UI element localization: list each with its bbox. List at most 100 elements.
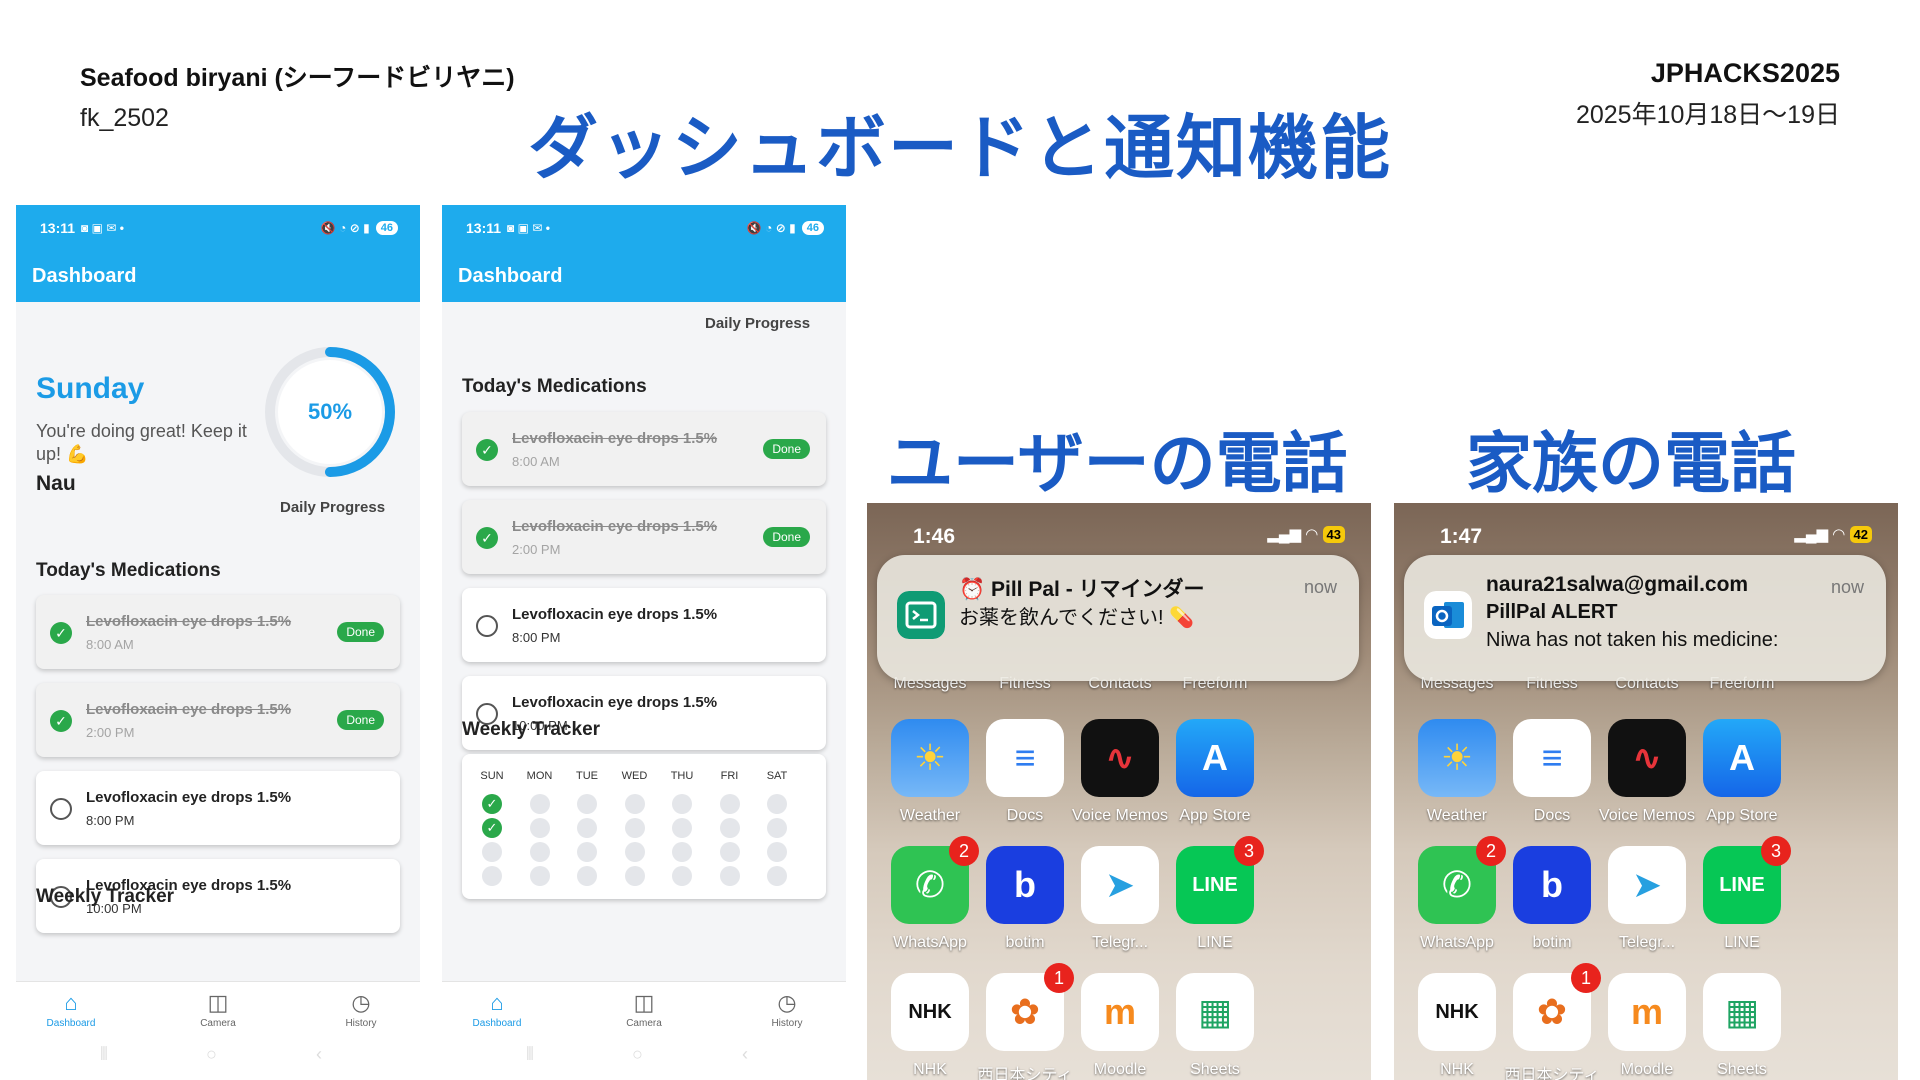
medication-time: 2:00 PM — [512, 542, 561, 557]
medication-name: Levofloxacin eye drops 1.5% — [512, 606, 718, 623]
check-icon[interactable]: ✓ — [50, 710, 72, 732]
checkbox-empty[interactable] — [476, 615, 498, 637]
battery-icon: 43 — [1322, 525, 1345, 543]
app-telegr[interactable]: ➤ Telegr... — [1070, 846, 1170, 952]
check-icon[interactable]: ✓ — [476, 439, 498, 461]
untaken-dot — [719, 842, 740, 862]
app-icon: A — [1176, 719, 1254, 797]
ios-time: 1:47 — [1440, 525, 1483, 548]
nav-history[interactable]: ◷ History — [732, 988, 842, 1029]
untaken-dot — [577, 818, 597, 838]
untaken-dot — [767, 866, 787, 886]
app-moodle[interactable]: m Moodle — [1597, 973, 1697, 1079]
app-label: App Store — [1179, 807, 1251, 824]
home-circle-icon[interactable]: ○ — [206, 1044, 217, 1065]
nav-dashboard[interactable]: ⌂ Dashboard — [442, 988, 552, 1029]
back-icon[interactable]: ‹ — [742, 1044, 748, 1065]
medication-card[interactable]: Levofloxacin eye drops 1.5% 8:00 PM — [462, 588, 826, 662]
weekday-header: MON — [526, 770, 553, 782]
untaken-dot — [577, 842, 597, 862]
app-botim[interactable]: b botim — [975, 846, 1075, 952]
home-icon: ⌂ — [490, 990, 504, 1015]
untaken-dot — [529, 818, 550, 838]
nav-history[interactable]: ◷ History — [306, 988, 416, 1029]
weekday-header: FRI — [720, 770, 739, 782]
untaken-dot — [672, 866, 692, 886]
app-voice-memos[interactable]: ∿ Voice Memos — [1070, 719, 1170, 825]
check-icon[interactable]: ✓ — [476, 527, 498, 549]
pillpal-alert-notification[interactable]: naura21salwa@gmail.com PillPal ALERT Niw… — [1404, 555, 1886, 681]
recents-icon[interactable]: ⦀ — [526, 1044, 534, 1065]
terminal-app-icon — [897, 591, 945, 639]
app-label: 西日本シティ — [1504, 1067, 1600, 1080]
home-circle-icon[interactable]: ○ — [632, 1044, 643, 1065]
app-bar-title: Dashboard — [442, 250, 846, 302]
event-name: JPHACKS2025 — [1650, 58, 1840, 88]
untaken-dot — [719, 818, 740, 838]
app-label: WhatsApp — [1420, 934, 1494, 951]
medication-time: 8:00 AM — [512, 454, 560, 469]
signal-icons: 🔇 ◔ ⊘ ▮ — [320, 220, 370, 235]
medication-card[interactable]: ✓ Levofloxacin eye drops 1.5% 2:00 PM Done — [36, 683, 400, 757]
app-icon: ▦ — [1703, 973, 1781, 1051]
notification-icons: ◙ ▣ ✉ • — [81, 220, 124, 235]
ios-status-bar: 1:47 ▂▄▆ ◠ 42 — [1394, 521, 1898, 551]
nav-camera[interactable]: ◫ Camera — [163, 988, 273, 1029]
app-weather[interactable]: ☀ Weather — [880, 719, 980, 825]
back-icon[interactable]: ‹ — [316, 1044, 322, 1065]
android-status-bar: 13:11 ◙ ▣ ✉ • 🔇 ◔ ⊘ ▮ 46 — [16, 205, 420, 250]
app-line[interactable]: LINE 3 LINE — [1692, 836, 1792, 952]
untaken-dot — [672, 842, 692, 862]
app-botim[interactable]: b botim — [1502, 846, 1602, 952]
app-line[interactable]: LINE 3 LINE — [1165, 836, 1265, 952]
app-label: Sheets — [1190, 1061, 1240, 1078]
medication-card[interactable]: Levofloxacin eye drops 1.5% 8:00 PM — [36, 771, 400, 845]
nav-dashboard[interactable]: ⌂ Dashboard — [16, 988, 126, 1029]
app-label: Telegr... — [1618, 934, 1676, 951]
medication-card[interactable]: ✓ Levofloxacin eye drops 1.5% 2:00 PM Done — [462, 500, 826, 574]
checkbox-empty[interactable] — [50, 798, 72, 820]
app-app-store[interactable]: A App Store — [1692, 719, 1792, 825]
app-app-store[interactable]: A App Store — [1165, 719, 1265, 825]
medication-name: Levofloxacin eye drops 1.5% — [512, 430, 718, 447]
encouragement-text: You're doing great! Keep it up! 💪 — [36, 421, 247, 464]
app-sheets[interactable]: ▦ Sheets — [1692, 973, 1792, 1079]
untaken-dot — [529, 794, 550, 814]
medication-card[interactable]: ✓ Levofloxacin eye drops 1.5% 8:00 AM Done — [36, 595, 400, 669]
notification-time: now — [1830, 577, 1864, 597]
cellular-icon: ▂▄▆ — [1267, 526, 1301, 543]
app-sheets[interactable]: ▦ Sheets — [1165, 973, 1265, 1079]
untaken-dot — [624, 866, 645, 886]
user-phone-screen: 1:46 ▂▄▆ ◠ 43 Messages Fitness Contacts Freef… — [867, 503, 1371, 1080]
app-[interactable]: ✿ 1 西日本シティ — [975, 963, 1075, 1080]
app-label: Weather — [1426, 807, 1488, 824]
app-telegr[interactable]: ➤ Telegr... — [1597, 846, 1697, 952]
app-icon: ≡ — [1513, 719, 1591, 797]
app-docs[interactable]: ≡ Docs — [975, 719, 1075, 825]
camera-icon: ◫ — [633, 990, 655, 1015]
medication-time: 8:00 AM — [86, 637, 134, 652]
app-icon: ☀ — [1418, 719, 1496, 797]
app-voice-memos[interactable]: ∿ Voice Memos — [1597, 719, 1697, 825]
app-weather[interactable]: ☀ Weather — [1407, 719, 1507, 825]
weekly-tracker-title: Weekly Tracker — [462, 719, 601, 740]
app-bar-title: Dashboard — [16, 250, 420, 302]
app-moodle[interactable]: m Moodle — [1070, 973, 1170, 1079]
nav-camera[interactable]: ◫ Camera — [589, 988, 699, 1029]
app-docs[interactable]: ≡ Docs — [1502, 719, 1602, 825]
app-nhk[interactable]: NHK NHK — [1407, 973, 1507, 1079]
untaken-dot — [482, 866, 502, 886]
app-[interactable]: ✿ 1 西日本シティ — [1502, 963, 1602, 1080]
app-label: Weather — [899, 807, 961, 824]
recents-icon[interactable]: ⦀ — [100, 1044, 108, 1065]
app-whatsapp[interactable]: ✆ 2 WhatsApp — [1407, 836, 1507, 952]
check-icon[interactable]: ✓ — [50, 622, 72, 644]
user-name: Nau — [36, 472, 76, 495]
app-nhk[interactable]: NHK NHK — [880, 973, 980, 1079]
app-whatsapp[interactable]: ✆ 2 WhatsApp — [880, 836, 980, 952]
pillpal-reminder-notification[interactable]: ⏰ Pill Pal - リマインダー お薬を飲んでください! 💊 now — [877, 555, 1359, 681]
untaken-dot — [529, 842, 550, 862]
alarm-clock-icon: ⏰ — [959, 578, 986, 601]
medication-card[interactable]: ✓ Levofloxacin eye drops 1.5% 8:00 AM Done — [462, 412, 826, 486]
battery-icon: 46 — [375, 220, 398, 235]
